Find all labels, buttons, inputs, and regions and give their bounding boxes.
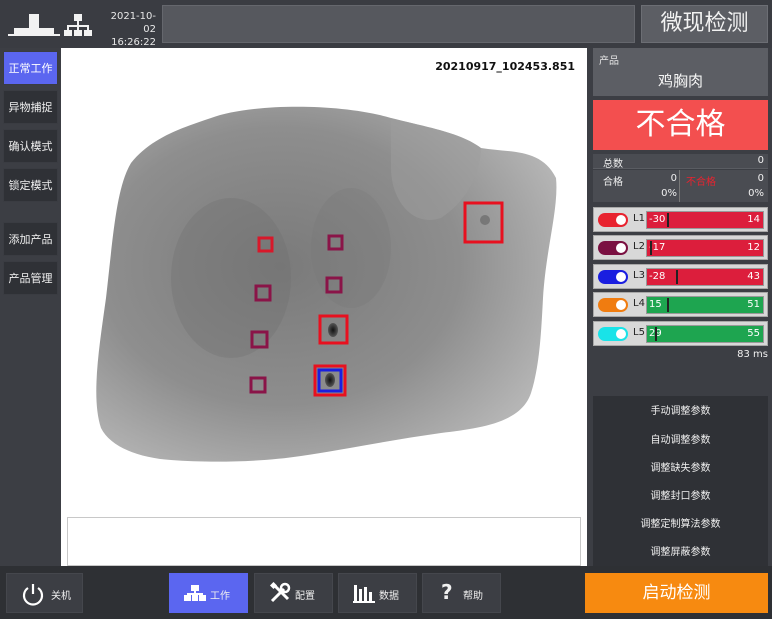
bar-chart-icon — [353, 585, 375, 603]
channel-level-bar: 2955 — [646, 325, 764, 343]
channel-min: 15 — [649, 299, 662, 310]
custom-algo-adjust-item[interactable]: 调整定制算法参数 — [593, 511, 768, 539]
auto-adjust-item[interactable]: 自动调整参数 — [593, 427, 768, 455]
nav-add-product[interactable]: 添加产品 — [3, 222, 58, 256]
channel-max: 12 — [747, 242, 760, 253]
power-label: 关机 — [51, 591, 71, 602]
bottom-bar: 关机 工作 配置 数据 ? 帮助 启动检测 — [0, 566, 772, 619]
nav-lock-mode[interactable]: 锁定模式 — [3, 168, 58, 202]
help-label: 帮助 — [463, 591, 483, 602]
pass-value: 0 — [670, 173, 677, 184]
channel-toggle[interactable] — [598, 213, 628, 227]
data-button[interactable]: 数据 — [338, 573, 417, 613]
work-icon — [184, 585, 206, 601]
channel-level-marker — [667, 213, 669, 227]
pass-label: 合格 — [603, 177, 623, 188]
product-name: 鸡胸肉 — [657, 72, 703, 90]
channel-min: -28 — [649, 271, 666, 282]
channel-level-marker — [676, 270, 678, 284]
config-label: 配置 — [295, 591, 315, 602]
channel-min: -30 — [649, 214, 666, 225]
help-icon: ? — [441, 580, 453, 604]
channel-toggle[interactable] — [598, 327, 628, 341]
pass-cell: 合格 0 0% — [593, 170, 679, 202]
channel-row: L4 15 51 — [593, 292, 768, 317]
channel-label: L5 — [633, 327, 645, 338]
channel-max: 43 — [747, 271, 760, 282]
data-label: 数据 — [379, 591, 399, 602]
seal-adjust-item[interactable]: 调整封口参数 — [593, 483, 768, 511]
channel-max: 55 — [747, 328, 760, 339]
work-button[interactable]: 工作 — [169, 573, 248, 613]
nav-confirm-mode[interactable]: 确认模式 — [3, 129, 58, 163]
nav-product-manage[interactable]: 产品管理 — [3, 261, 58, 295]
channel-row: L52955 — [593, 321, 768, 346]
network-icon[interactable] — [60, 6, 96, 42]
nav-foreign-capture[interactable]: 异物捕捉 — [3, 90, 58, 124]
start-detection-button[interactable]: 启动检测 — [585, 573, 768, 613]
help-button[interactable]: ? 帮助 — [422, 573, 501, 613]
machine-icon[interactable] — [8, 6, 60, 42]
image-info-box — [67, 517, 581, 566]
total-value: 0 — [757, 155, 764, 166]
channel-toggle[interactable] — [598, 298, 628, 312]
inspection-result: 不合格 — [593, 100, 768, 150]
product-label: 产品 — [599, 56, 619, 67]
channel-level-bar: -17 12 — [646, 239, 764, 257]
nav-normal-work[interactable]: 正常工作 — [3, 51, 58, 85]
channel-label: L2 — [633, 241, 645, 252]
fail-cell: 不合格 0 0% — [680, 170, 768, 202]
total-row: 总数 0 — [593, 154, 768, 170]
fail-value: 0 — [757, 173, 764, 184]
config-button[interactable]: 配置 — [254, 573, 333, 613]
tools-icon — [269, 582, 291, 603]
channel-label: L3 — [633, 270, 645, 281]
image-filename: 20210917_102453.851 — [435, 60, 575, 73]
work-label: 工作 — [210, 591, 230, 602]
channel-level-marker — [650, 241, 652, 255]
channel-row: L3 -28 43 — [593, 264, 768, 289]
mask-adjust-item[interactable]: 调整屏蔽参数 — [593, 539, 768, 567]
channel-level-bar: -28 43 — [646, 268, 764, 286]
channel-toggle[interactable] — [598, 241, 628, 255]
date-text: 2021-10-02 — [110, 11, 156, 35]
channel-row: L2 -17 12 — [593, 235, 768, 260]
channel-level-marker — [655, 327, 657, 341]
channel-level-bar: -30 14 — [646, 211, 764, 229]
latency-text: 83 ms — [737, 349, 768, 360]
channel-level-marker — [667, 298, 669, 312]
manual-adjust-item[interactable]: 手动调整参数 — [593, 398, 768, 426]
stats-panel: 总数 0 合格 0 0% 不合格 0 0% — [593, 154, 768, 202]
channel-label: L1 — [633, 213, 645, 224]
datetime: 2021-10-02 16:26:22 — [100, 10, 156, 49]
channel-max: 14 — [747, 214, 760, 225]
channel-row: L1 -30 14 — [593, 207, 768, 232]
power-button[interactable]: 关机 — [6, 573, 83, 613]
channel-max: 51 — [747, 299, 760, 310]
total-label: 总数 — [603, 159, 623, 170]
power-icon — [22, 584, 44, 606]
channel-level-bar: 15 51 — [646, 296, 764, 314]
missing-adjust-item[interactable]: 调整缺失参数 — [593, 455, 768, 483]
fail-percent: 0% — [748, 188, 764, 199]
app-title: 微现检测 — [641, 5, 768, 43]
pass-percent: 0% — [661, 188, 677, 199]
channel-label: L4 — [633, 298, 645, 309]
fail-label: 不合格 — [686, 177, 716, 188]
top-bar: 2021-10-02 16:26:22 微现检测 — [0, 0, 772, 48]
product-box[interactable]: 产品 鸡胸肉 — [593, 48, 768, 96]
channel-toggle[interactable] — [598, 270, 628, 284]
xray-image-panel: 20210917_102453.851 — [61, 48, 587, 566]
message-bar — [162, 5, 635, 43]
adjust-menu: 手动调整参数 自动调整参数 调整缺失参数 调整封口参数 调整定制算法参数 调整屏… — [593, 396, 768, 566]
xray-image — [96, 106, 557, 462]
